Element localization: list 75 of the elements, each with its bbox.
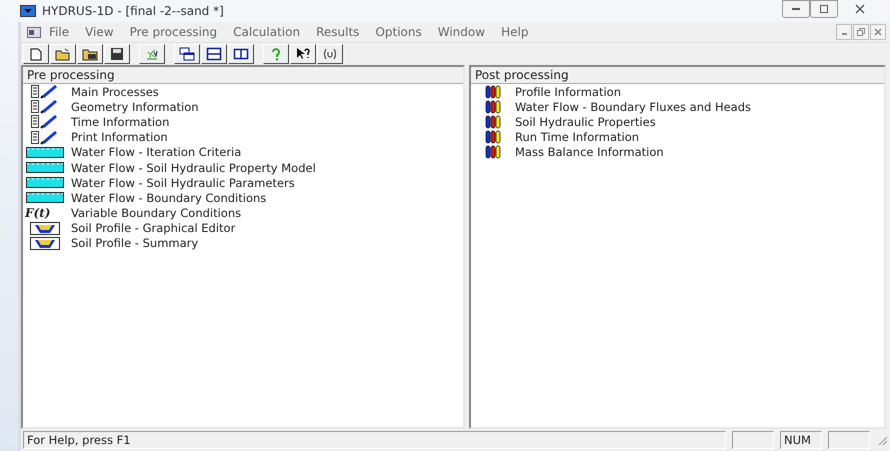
status-indicator: NUM — [780, 431, 822, 449]
toolbar-button[interactable] — [139, 44, 165, 64]
close-button[interactable] — [870, 24, 886, 40]
list-item[interactable]: Soil Profile - Summary — [65, 236, 198, 250]
menu-item[interactable]: Calculation — [225, 25, 308, 39]
list-item[interactable]: Water Flow - Boundary Conditions — [65, 190, 266, 205]
page-icon — [28, 47, 44, 61]
close-icon — [874, 28, 882, 36]
restore-icon — [857, 28, 865, 36]
toolbar-button[interactable] — [228, 44, 254, 64]
document-icon — [27, 26, 41, 38]
plant-icon — [144, 47, 160, 61]
list-item[interactable]: Soil Hydraulic Properties — [515, 114, 656, 129]
list-item[interactable]: Time Information — [65, 114, 170, 129]
toolbar-button[interactable] — [201, 44, 227, 64]
list-item[interactable]: Mass Balance Information — [515, 145, 664, 160]
toolbar-button[interactable] — [23, 44, 49, 64]
menu-item[interactable]: Options — [367, 25, 430, 39]
thermometers-icon — [485, 84, 501, 99]
minimize-icon — [842, 33, 846, 35]
status-indicator — [732, 431, 774, 449]
menu-item[interactable]: View — [77, 25, 122, 39]
about-icon — [322, 47, 338, 61]
toolbar-button[interactable] — [290, 44, 316, 64]
list-item[interactable]: Profile Information — [515, 84, 621, 99]
toolbar-button[interactable] — [104, 44, 130, 64]
toolbar-button[interactable] — [174, 44, 200, 64]
panel-header: Pre processing — [23, 67, 463, 84]
thermometers-icon — [485, 145, 501, 160]
folder-icon — [55, 47, 71, 61]
water-layer-icon — [25, 191, 65, 204]
pointer-help-icon — [295, 47, 311, 61]
resize-grip-icon — [876, 434, 888, 446]
folder-icon — [82, 47, 98, 61]
tile-horizontal-icon — [206, 47, 222, 61]
minimize-icon — [792, 8, 800, 10]
water-layer-icon — [25, 161, 65, 174]
toolbar-button[interactable] — [263, 44, 289, 64]
function-icon: F(t) — [25, 206, 65, 220]
cascade-icon — [179, 47, 195, 61]
list-item[interactable]: Water Flow - Soil Hydraulic Property Model — [65, 160, 316, 175]
toolbar-button[interactable] — [50, 44, 76, 64]
thermometers-icon — [485, 130, 501, 144]
panel-header: Post processing — [471, 67, 884, 84]
list-item[interactable]: Run Time Information — [515, 130, 640, 144]
list-item[interactable]: Water Flow - Boundary Fluxes and Heads — [515, 100, 752, 114]
list-item[interactable]: Print Information — [65, 130, 168, 144]
status-message: For Help, press F1 — [23, 431, 726, 449]
toolbar-button[interactable] — [317, 44, 343, 64]
thermometers-icon — [485, 114, 501, 129]
maximize-icon — [819, 4, 829, 14]
maximize-button[interactable] — [810, 0, 838, 18]
thermometers-icon — [485, 100, 501, 114]
water-layer-icon — [25, 176, 65, 190]
minimize-button[interactable] — [836, 24, 852, 40]
menu-item[interactable]: File — [41, 25, 78, 39]
water-layer-icon — [25, 146, 65, 159]
list-item[interactable]: Geometry Information — [65, 100, 199, 114]
list-item[interactable]: Main Processes — [65, 84, 159, 99]
menu-item[interactable]: Help — [493, 25, 536, 39]
status-indicator — [828, 431, 870, 449]
list-item[interactable]: Water Flow - Soil Hydraulic Parameters — [65, 176, 295, 190]
minimize-button[interactable] — [782, 0, 810, 18]
list-item[interactable]: Soil Profile - Graphical Editor — [65, 221, 236, 236]
toolbar-button[interactable] — [77, 44, 103, 64]
menu-item[interactable]: Window — [430, 25, 494, 39]
list-item[interactable]: Variable Boundary Conditions — [65, 206, 242, 220]
window-title: HYDRUS-1D - [final -2--sand *] — [42, 4, 224, 18]
list-item[interactable]: Water Flow - Iteration Criteria — [65, 145, 242, 160]
tile-vertical-icon — [233, 47, 249, 61]
app-icon — [20, 5, 36, 17]
menu-item[interactable]: Results — [308, 25, 368, 39]
restore-button[interactable] — [853, 24, 869, 40]
close-icon — [855, 4, 865, 14]
menu-item[interactable]: Pre processing — [122, 25, 226, 39]
